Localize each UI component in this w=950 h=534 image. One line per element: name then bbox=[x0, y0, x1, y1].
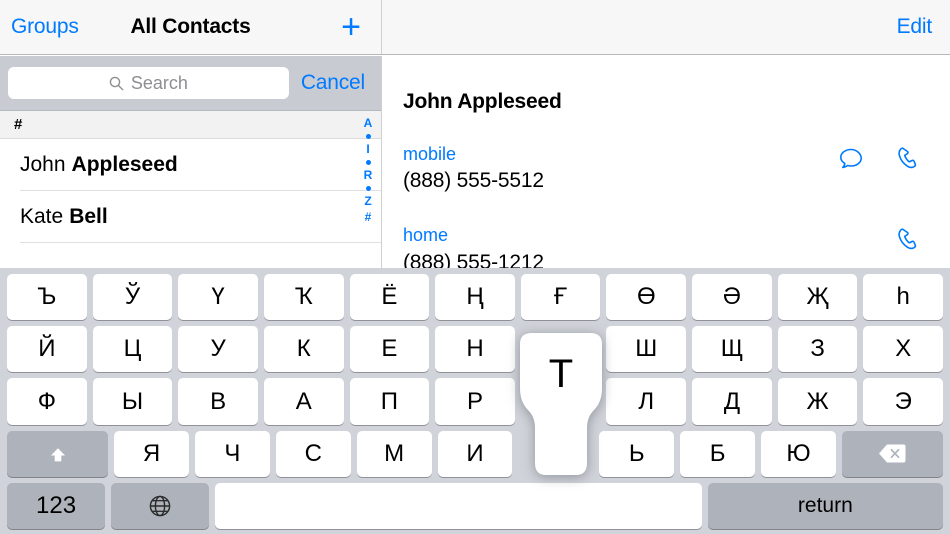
key-ef[interactable]: Ф bbox=[7, 378, 87, 425]
key-i[interactable]: И bbox=[437, 430, 513, 477]
key-ka-descender[interactable]: Ҡ bbox=[263, 274, 344, 321]
phone-icon[interactable] bbox=[894, 144, 924, 174]
key-ka[interactable]: К bbox=[263, 326, 344, 373]
key-be[interactable]: Б bbox=[680, 430, 756, 477]
key-schwa[interactable]: Ә bbox=[692, 274, 772, 321]
search-bar: Search Cancel bbox=[0, 56, 381, 111]
section-header: # bbox=[0, 111, 381, 139]
search-field-inner: Search bbox=[109, 73, 188, 94]
globe-icon bbox=[148, 494, 172, 518]
edit-button[interactable]: Edit bbox=[897, 15, 933, 39]
add-contact-button[interactable]: + bbox=[341, 10, 361, 44]
contacts-app-screen: Groups All Contacts + Edit Search Cancel… bbox=[0, 0, 950, 534]
key-u[interactable]: У bbox=[178, 326, 258, 373]
key-yu[interactable]: Ю bbox=[761, 430, 836, 477]
key-barred-o[interactable]: Ө bbox=[606, 274, 687, 321]
keyboard-bottom-row: 123 return bbox=[4, 482, 946, 530]
index-dot-icon bbox=[365, 160, 371, 166]
keyboard-row-1: Ъ Ў Ү Ҡ Ё Ң Ғ Ө Ә Җ һ bbox=[4, 274, 946, 321]
key-ve[interactable]: В bbox=[178, 378, 258, 425]
key-er[interactable]: Р bbox=[435, 378, 515, 425]
contact-first-name: John bbox=[20, 153, 66, 176]
key-es[interactable]: С bbox=[275, 430, 351, 477]
key-ze[interactable]: З bbox=[777, 326, 858, 373]
list-item[interactable]: John Appleseed bbox=[0, 139, 381, 191]
key-el[interactable]: Л bbox=[606, 378, 687, 425]
cancel-search-button[interactable]: Cancel bbox=[289, 71, 373, 95]
key-zhe-descender[interactable]: Җ bbox=[777, 274, 858, 321]
key-en[interactable]: Н bbox=[435, 326, 515, 373]
index-entry-a[interactable]: A bbox=[364, 116, 373, 132]
contact-last-name: Appleseed bbox=[71, 153, 178, 176]
index-entry-z[interactable]: Z bbox=[364, 194, 371, 210]
key-short-i[interactable]: Й bbox=[7, 326, 87, 373]
phone-field-mobile: mobile (888) 555-5512 bbox=[383, 114, 950, 195]
key-ghe-stroke[interactable]: Ғ bbox=[520, 274, 601, 321]
field-action-group bbox=[836, 225, 924, 255]
key-a[interactable]: А bbox=[263, 378, 344, 425]
index-dot-icon bbox=[365, 186, 371, 192]
index-entry-hash[interactable]: # bbox=[365, 210, 372, 226]
key-shcha[interactable]: Щ bbox=[692, 326, 772, 373]
key-straight-u[interactable]: Ү bbox=[178, 274, 258, 321]
key-sha[interactable]: Ш bbox=[606, 326, 687, 373]
space-key[interactable] bbox=[215, 482, 702, 530]
key-de[interactable]: Д bbox=[692, 378, 772, 425]
keyboard-row-2: Й Ц У К Е Н Г Ш Щ З Х bbox=[4, 326, 946, 373]
key-yo[interactable]: Ё bbox=[349, 274, 430, 321]
index-entry-r[interactable]: R bbox=[364, 168, 373, 184]
key-zhe[interactable]: Ж bbox=[777, 378, 858, 425]
list-item[interactable]: Kate Bell bbox=[0, 191, 381, 243]
shift-arrow-icon bbox=[48, 444, 68, 464]
key-e[interactable]: Э bbox=[863, 378, 944, 425]
numeric-mode-key[interactable]: 123 bbox=[7, 482, 106, 530]
key-ya[interactable]: Я bbox=[114, 430, 189, 477]
message-icon[interactable] bbox=[836, 144, 866, 174]
contact-last-name: Bell bbox=[69, 205, 108, 228]
field-action-group bbox=[836, 144, 924, 174]
virtual-keyboard: Ъ Ў Ү Ҡ Ё Ң Ғ Ө Ә Җ һ Й Ц У К Е Н Г Ш Щ … bbox=[0, 268, 950, 534]
phone-field-home: home (888) 555-1212 bbox=[383, 195, 950, 276]
key-hard-sign[interactable]: Ъ bbox=[7, 274, 87, 321]
keyboard-row-4: Я Ч С М И Т Ь Б Ю bbox=[4, 430, 946, 477]
key-yeru[interactable]: Ы bbox=[92, 378, 173, 425]
language-switch-key[interactable] bbox=[111, 482, 210, 530]
search-placeholder: Search bbox=[130, 72, 188, 93]
index-dot-icon bbox=[365, 134, 371, 140]
search-icon bbox=[109, 76, 124, 91]
key-ha[interactable]: Х bbox=[863, 326, 944, 373]
page-title: All Contacts bbox=[130, 15, 251, 38]
alphabet-index-bar[interactable]: A I R Z # bbox=[361, 116, 375, 226]
contact-name-heading: John Appleseed bbox=[403, 90, 562, 113]
key-tse[interactable]: Ц bbox=[92, 326, 173, 373]
key-shha[interactable]: һ bbox=[863, 274, 944, 321]
key-soft-sign[interactable]: Ь bbox=[599, 430, 675, 477]
key-ie[interactable]: Е bbox=[349, 326, 430, 373]
return-key[interactable]: return bbox=[707, 482, 944, 530]
key-short-u[interactable]: Ў bbox=[92, 274, 173, 321]
key-em[interactable]: М bbox=[356, 430, 432, 477]
keyboard-row-3: Ф Ы В А П Р О Л Д Ж Э bbox=[4, 378, 946, 425]
phone-icon[interactable] bbox=[894, 225, 924, 255]
navigation-bar: Groups All Contacts + Edit bbox=[0, 0, 950, 55]
backspace-icon bbox=[878, 443, 906, 464]
navbar-left-section: Groups All Contacts + bbox=[0, 0, 382, 54]
key-en-descender[interactable]: Ң bbox=[435, 274, 515, 321]
key-pe[interactable]: П bbox=[349, 378, 430, 425]
contact-first-name: Kate bbox=[20, 205, 64, 228]
shift-key[interactable] bbox=[7, 430, 109, 477]
search-input[interactable]: Search bbox=[8, 67, 289, 99]
key-che[interactable]: Ч bbox=[194, 430, 270, 477]
index-entry-i[interactable]: I bbox=[366, 142, 369, 158]
backspace-key[interactable] bbox=[841, 430, 944, 477]
